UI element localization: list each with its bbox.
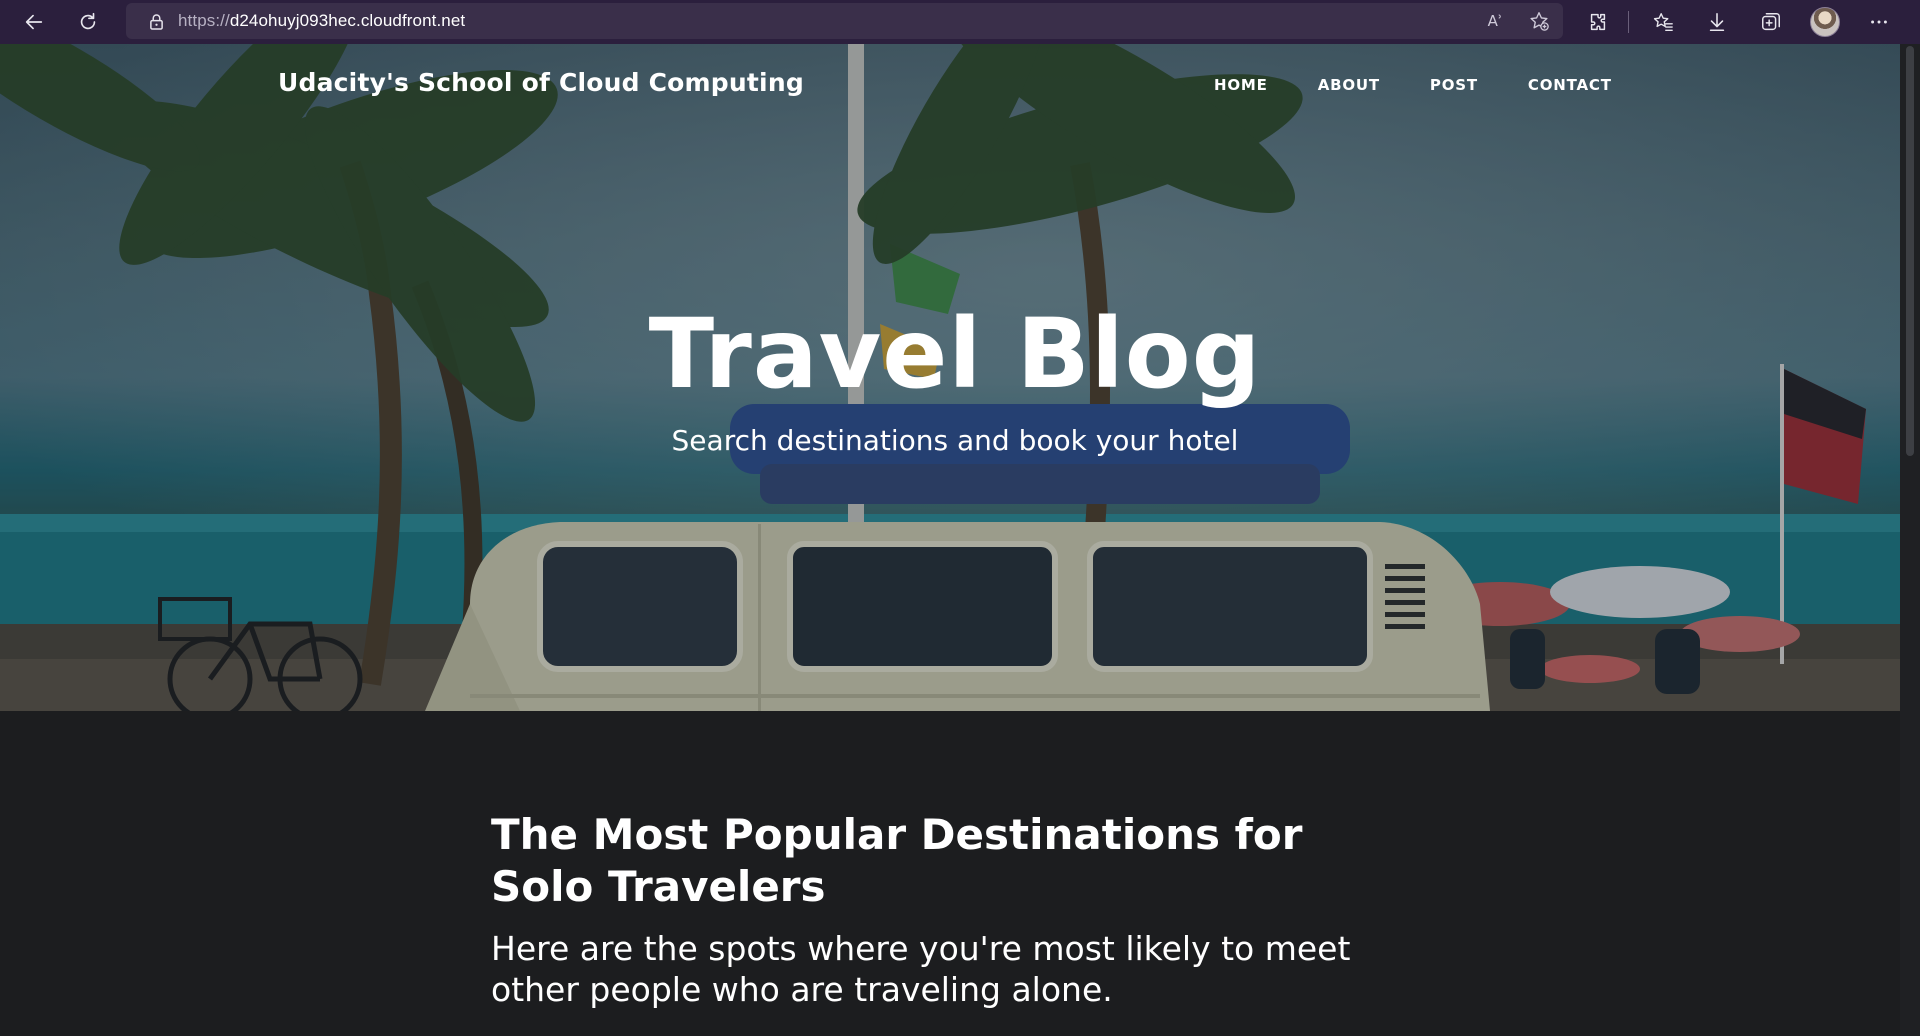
- favorites-button[interactable]: [1645, 4, 1681, 40]
- hero-subtitle: Search destinations and book your hotel: [671, 424, 1239, 457]
- hero-banner: Udacity's School of Cloud Computing HOME…: [0, 44, 1900, 711]
- web-page: Udacity's School of Cloud Computing HOME…: [0, 44, 1900, 1036]
- lock-icon: [148, 12, 164, 30]
- toolbar-divider: [1628, 11, 1629, 33]
- site-brand[interactable]: Udacity's School of Cloud Computing: [278, 68, 804, 97]
- puzzle-icon: [1590, 13, 1606, 31]
- refresh-icon: [80, 12, 96, 30]
- settings-menu-button[interactable]: [1861, 4, 1897, 40]
- post-title[interactable]: The Most Popular Destinations for Solo T…: [491, 809, 1391, 913]
- address-bar[interactable]: https://d24ohuyj093hec.cloudfront.net Aʾ: [126, 3, 1563, 39]
- page-scrollbar[interactable]: [1900, 44, 1920, 1036]
- browser-toolbar: https://d24ohuyj093hec.cloudfront.net Aʾ: [0, 0, 1920, 44]
- nav-contact-link[interactable]: CONTACT: [1528, 76, 1612, 94]
- add-favorite-icon[interactable]: [1525, 7, 1553, 35]
- back-arrow-icon: [25, 14, 43, 30]
- scrollbar-thumb[interactable]: [1906, 46, 1914, 456]
- collections-icon: [1762, 13, 1780, 31]
- extensions-button[interactable]: [1580, 4, 1616, 40]
- nav-post-link[interactable]: POST: [1430, 76, 1478, 94]
- url-text: https://d24ohuyj093hec.cloudfront.net: [178, 11, 465, 31]
- nav-home-link[interactable]: HOME: [1214, 76, 1268, 94]
- more-options-icon: [1871, 20, 1887, 24]
- download-icon: [1709, 12, 1725, 32]
- read-aloud-icon[interactable]: Aʾ: [1481, 7, 1509, 35]
- nav-about-link[interactable]: ABOUT: [1318, 76, 1380, 94]
- refresh-button[interactable]: [70, 4, 106, 40]
- url-scheme: https://: [178, 11, 230, 30]
- hero-title: Travel Blog: [648, 298, 1262, 410]
- favorites-icon: [1653, 13, 1673, 31]
- main-nav: HOME ABOUT POST CONTACT: [1214, 76, 1662, 94]
- url-host: d24ohuyj093hec.cloudfront.net: [229, 11, 466, 30]
- avatar: [1810, 7, 1840, 37]
- downloads-button[interactable]: [1699, 4, 1735, 40]
- profile-button[interactable]: [1807, 4, 1843, 40]
- post-subtitle[interactable]: Here are the spots where you're most lik…: [491, 928, 1391, 1010]
- collections-button[interactable]: [1753, 4, 1789, 40]
- back-button[interactable]: [16, 4, 52, 40]
